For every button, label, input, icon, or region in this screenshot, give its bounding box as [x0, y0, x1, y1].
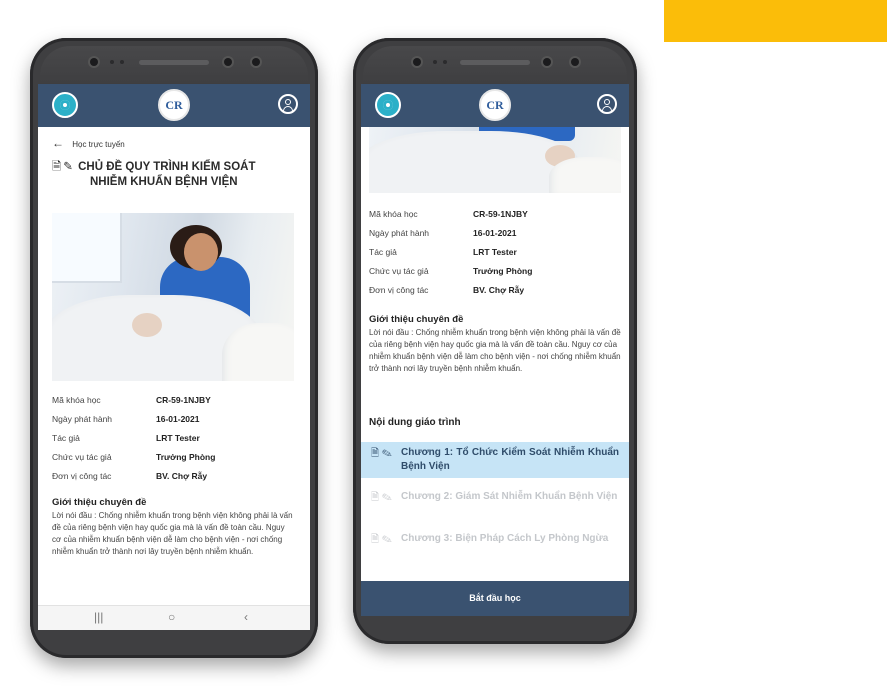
home-icon[interactable]: ○ — [168, 610, 175, 624]
user-account-icon[interactable] — [597, 94, 617, 114]
course-title-line2: NHIỄM KHUẨN BỆNH VIỆN — [90, 176, 238, 188]
phone-speaker — [139, 60, 209, 65]
app-logo-icon[interactable] — [375, 92, 401, 118]
back-link[interactable]: ← Học trực tuyến — [52, 136, 125, 150]
hospital-logo: CR — [158, 89, 190, 121]
info-row: Đơn vị công tác BV. Chợ Rẫy — [52, 471, 208, 481]
app-header: CR — [361, 84, 629, 127]
syllabus-heading: Nội dung giáo trình — [369, 417, 461, 428]
course-info-table: Mã khóa học CR-59-1NJBY Ngày phát hành 16-… — [369, 209, 532, 304]
course-title-line1: CHỦ ĐỀ QUY TRÌNH KIỂM SOÁT — [78, 161, 256, 173]
course-photo-scrolled — [369, 127, 621, 193]
info-row: Tác giả LRT Tester — [369, 247, 517, 257]
chapter-3-label: Chương 3: Biện Pháp Cách Ly Phòng Ngừa — [401, 533, 609, 544]
chapter-1-label: Chương 1: Tổ Chức Kiểm Soát Nhiễm Khuẩn … — [401, 447, 619, 472]
edit-icon: ✎ — [63, 161, 73, 173]
app-logo-icon[interactable] — [52, 92, 78, 118]
course-title: 🗎 ✎ CHỦ ĐỀ QUY TRÌNH KIỂM SOÁT NHIỄM KHUẨ… — [52, 160, 278, 190]
intro-text: Lời nói đầu : Chống nhiễm khuẩn trong bệ… — [369, 328, 621, 373]
document-icon: 🗎 — [52, 161, 62, 173]
phone-left: CR ← Học trực tuyến 🗎 ✎ CHỦ ĐỀ QUY TRÌNH … — [30, 38, 318, 658]
document-edit-icon: 🗎 ✎ — [371, 492, 392, 503]
info-row: Ngày phát hành 16-01-2021 — [369, 228, 517, 238]
screen-right: CR Mã khóa học CR-59-1NJBY Ngày phát hành… — [361, 84, 629, 616]
info-row: Đơn vị công tác BV. Chợ Rẫy — [369, 285, 525, 295]
info-row: Ngày phát hành 16-01-2021 — [52, 414, 200, 424]
chapter-2-item[interactable]: 🗎 ✎ Chương 2: Giám Sát Nhiễm Khuẩn Bệnh … — [361, 486, 629, 508]
info-row: Tác giả LRT Tester — [52, 433, 200, 443]
chapter-3-item[interactable]: 🗎 ✎ Chương 3: Biện Pháp Cách Ly Phòng Ng… — [361, 528, 629, 550]
back-label: Học trực tuyến — [72, 140, 125, 149]
sensor-icon — [224, 58, 232, 66]
phone-right: CR Mã khóa học CR-59-1NJBY Ngày phát hành… — [353, 38, 637, 644]
back-arrow-icon[interactable]: ← — [52, 136, 64, 150]
chapter-2-label: Chương 2: Giám Sát Nhiễm Khuẩn Bệnh Viện — [401, 491, 618, 502]
intro-text: Lời nói đầu : Chống nhiễm khuẩn trong bệ… — [52, 511, 293, 556]
app-header: CR — [38, 84, 310, 127]
info-row: Mã khóa học CR-59-1NJBY — [52, 395, 211, 405]
document-edit-icon: 🗎 ✎ — [371, 448, 392, 459]
chapter-1-item[interactable]: 🗎 ✎ Chương 1: Tổ Chức Kiểm Soát Nhiễm Kh… — [361, 442, 629, 478]
info-row: Chức vụ tác giả Trưởng Phòng — [52, 452, 216, 462]
sensor-icon — [543, 58, 551, 66]
user-account-icon[interactable] — [278, 94, 298, 114]
front-camera-icon — [413, 58, 421, 66]
document-edit-icon: 🗎 ✎ — [371, 534, 392, 545]
start-learning-button[interactable]: Bắt đầu học — [361, 581, 629, 616]
sensor-icon — [252, 58, 260, 66]
course-info-table: Mã khóa học CR-59-1NJBY Ngày phát hành 16-… — [52, 395, 215, 490]
screen-left: CR ← Học trực tuyến 🗎 ✎ CHỦ ĐỀ QUY TRÌNH … — [38, 84, 310, 630]
recent-apps-icon[interactable]: ||| — [94, 610, 103, 624]
android-nav-bar: ||| ○ ‹ — [38, 605, 310, 630]
info-row: Chức vụ tác giả Trưởng Phòng — [369, 266, 533, 276]
info-row: Mã khóa học CR-59-1NJBY — [369, 209, 528, 219]
intro-heading: Giới thiệu chuyên đề — [369, 314, 464, 325]
phone-speaker — [460, 60, 530, 65]
back-nav-icon[interactable]: ‹ — [244, 610, 248, 624]
intro-heading: Giới thiệu chuyên đề — [52, 497, 147, 508]
front-camera-icon — [90, 58, 98, 66]
hospital-logo: CR — [479, 89, 511, 121]
course-photo — [52, 213, 294, 381]
accent-block — [664, 0, 887, 42]
sensor-icon — [571, 58, 579, 66]
